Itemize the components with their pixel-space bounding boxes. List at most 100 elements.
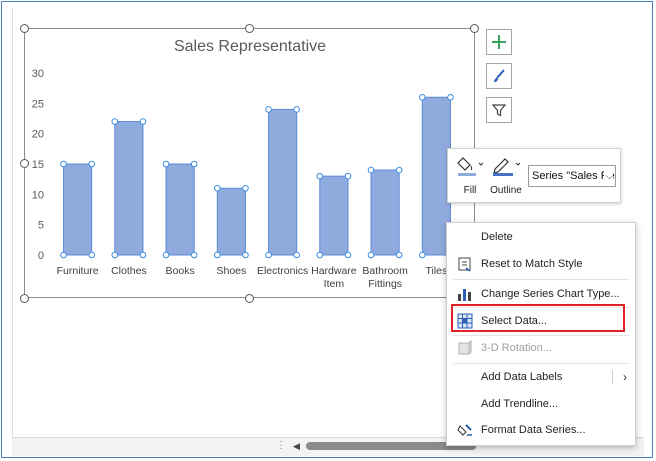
x-tick-label: Electronics (257, 265, 308, 277)
menu-separator (453, 335, 629, 336)
bar-selection-handle[interactable] (190, 251, 198, 259)
x-tick-label: Hardware (311, 265, 357, 277)
bar-selection-handle[interactable] (213, 251, 221, 259)
bar-selection-handle[interactable] (111, 251, 119, 259)
bar-selection-handle[interactable] (316, 251, 324, 259)
bar-selection-handle[interactable] (395, 166, 403, 174)
menu-item-label: Change Series Chart Type... (481, 288, 620, 300)
y-tick-label: 10 (32, 189, 44, 201)
menu-item-label: Format Data Series... (481, 424, 586, 436)
bar-selection-handle[interactable] (139, 251, 147, 259)
y-tick-label: 30 (32, 68, 44, 80)
bar[interactable] (216, 187, 246, 256)
menu-item-label: Add Data Labels (481, 371, 563, 383)
bar-selection-handle[interactable] (88, 251, 96, 259)
x-tick-label: Tiles (425, 265, 447, 277)
outline-label: Outline (490, 185, 522, 196)
bar-selection-handle[interactable] (367, 251, 375, 259)
y-tick-label: 15 (32, 159, 44, 171)
paint-bucket-icon (457, 157, 484, 176)
bar-selection-handle[interactable] (418, 93, 426, 101)
menu-item-format-data-series[interactable]: Format Data Series... (447, 419, 635, 441)
outline-pen-icon (493, 158, 521, 176)
x-tick-label: Books (166, 265, 195, 277)
resize-handle-bottom-left[interactable] (20, 294, 29, 303)
y-tick-label: 5 (38, 220, 44, 232)
outline-button[interactable]: Outline (488, 154, 524, 198)
chart-elements-button[interactable] (486, 29, 512, 55)
x-tick-label: Shoes (216, 265, 246, 277)
resize-handle-middle-left[interactable] (20, 159, 29, 168)
bar-selection-handle[interactable] (293, 106, 301, 113)
menu-item-label: 3-D Rotation... (481, 342, 552, 354)
bar[interactable] (370, 169, 400, 256)
bar-selection-handle[interactable] (293, 251, 301, 259)
y-tick-label: 25 (32, 98, 44, 110)
bar[interactable] (63, 163, 93, 256)
fill-button[interactable]: Fill (452, 154, 488, 198)
menu-item-delete[interactable]: Delete (447, 226, 635, 248)
rotation-icon (458, 340, 472, 355)
bar[interactable] (268, 108, 298, 256)
fill-label: Fill (463, 185, 477, 196)
x-tick-label: Item (324, 278, 345, 290)
format-series-icon (457, 424, 472, 436)
plus-icon (492, 35, 506, 49)
bar-selection-handle[interactable] (316, 172, 324, 180)
bar-selection-handle[interactable] (162, 160, 170, 168)
menu-item-label: Delete (481, 231, 513, 243)
bar-selection-handle[interactable] (139, 118, 147, 125)
x-tick-label: Fittings (368, 278, 402, 290)
bar[interactable] (319, 175, 349, 256)
menu-item-label: Add Trendline... (481, 398, 559, 410)
y-tick-label: 20 (32, 129, 44, 141)
bar-selection-handle[interactable] (190, 160, 198, 168)
series-selector-value: Series "Sales Re (532, 170, 615, 182)
bar-selection-handle[interactable] (242, 251, 249, 259)
chart-filters-button[interactable] (486, 97, 512, 123)
bar-selection-handle[interactable] (213, 184, 221, 192)
chevron-right-icon[interactable]: › (623, 366, 627, 388)
select-data-highlight-box (451, 304, 625, 332)
bar-selection-handle[interactable] (88, 160, 96, 168)
bar-selection-handle[interactable] (447, 93, 454, 101)
bar-selection-handle[interactable] (395, 251, 403, 259)
bar-selection-handle[interactable] (367, 166, 375, 174)
x-tick-label: Furniture (57, 265, 99, 277)
series-selector-dropdown[interactable]: Series "Sales Re ⌵ (528, 165, 616, 187)
chevron-down-icon: ⌵ (604, 166, 613, 186)
bar-selection-handle[interactable] (60, 251, 67, 259)
menu-item-add-trendline[interactable]: Add Trendline... (447, 393, 635, 415)
menu-item-reset-to-match-style[interactable]: Reset to Match Style (447, 253, 635, 275)
bar[interactable] (165, 163, 195, 256)
chart-styles-button[interactable] (486, 63, 512, 89)
bar-selection-handle[interactable] (265, 106, 272, 113)
bar-selection-handle[interactable] (418, 251, 426, 259)
bar-selection-handle[interactable] (60, 160, 67, 168)
menu-item-add-data-labels[interactable]: Add Data Labels › (447, 366, 635, 388)
y-tick-label: 0 (38, 250, 44, 262)
bar-selection-handle[interactable] (162, 251, 170, 259)
submenu-divider (612, 370, 613, 384)
bar[interactable] (114, 121, 144, 256)
bar-selection-handle[interactable] (242, 184, 249, 192)
resize-handle-top-center[interactable] (245, 24, 254, 33)
menu-item-3d-rotation: 3-D Rotation... (447, 337, 635, 359)
resize-handle-top-right[interactable] (470, 24, 479, 33)
menu-separator (453, 363, 629, 364)
format-mini-toolbar: Fill Outline Series "Sales Re ⌵ (447, 148, 621, 203)
reset-style-icon (458, 257, 471, 272)
chart-type-icon (458, 289, 471, 301)
bar-selection-handle[interactable] (111, 118, 119, 125)
context-menu: Delete Reset to Match Style Change Serie… (446, 222, 636, 446)
menu-separator (453, 279, 629, 280)
x-tick-label: Clothes (111, 265, 147, 277)
bar-selection-handle[interactable] (344, 251, 352, 259)
menu-item-label: Reset to Match Style (481, 258, 583, 270)
menu-item-change-series-chart-type[interactable]: Change Series Chart Type... (447, 283, 635, 305)
resize-handle-bottom-center[interactable] (245, 294, 254, 303)
resize-handle-top-left[interactable] (20, 24, 29, 33)
x-tick-label: Bathroom (362, 265, 408, 277)
bar-selection-handle[interactable] (265, 251, 272, 259)
bar-selection-handle[interactable] (344, 172, 352, 180)
